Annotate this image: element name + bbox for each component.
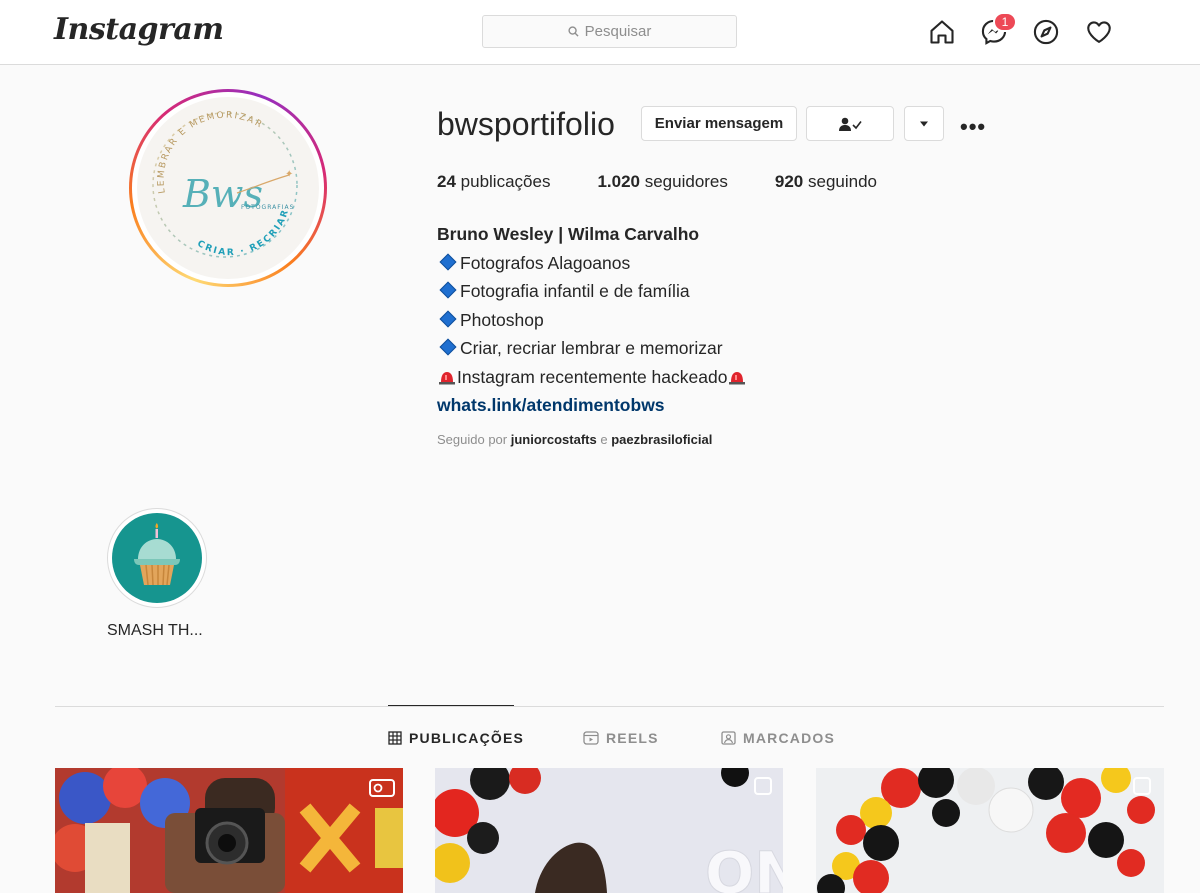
- heart-icon[interactable]: [1085, 18, 1113, 46]
- bws-logo: LEMBRAR E MEMORIZAR CRIAR · RECRIAR · Bw…: [137, 97, 298, 258]
- user-check-icon: [839, 117, 862, 131]
- blue-diamond-icon: [439, 310, 457, 327]
- tab-marcados[interactable]: MARCADOS: [721, 730, 835, 746]
- post-image-balloons-boy: ON: [435, 768, 783, 893]
- more-options-icon[interactable]: •••: [960, 114, 986, 140]
- suggestions-dropdown-button[interactable]: [904, 106, 944, 141]
- story-highlight[interactable]: [107, 508, 207, 608]
- tab-publicacoes[interactable]: PUBLICAÇÕES: [388, 730, 524, 746]
- post-thumbnail[interactable]: [55, 768, 403, 893]
- posts-stat[interactable]: 24 publicações: [437, 172, 550, 192]
- post-thumbnail[interactable]: ON: [435, 768, 783, 893]
- followers-stat[interactable]: 1.020 seguidores: [597, 172, 727, 192]
- profile-full-name: Bruno Wesley | Wilma Carvalho: [437, 224, 700, 244]
- send-message-button[interactable]: Enviar mensagem: [641, 106, 797, 141]
- instagram-logo[interactable]: Instagram: [54, 12, 224, 47]
- post-image-photographer: [55, 768, 403, 893]
- bio-link[interactable]: whats.link/atendimentobws: [437, 391, 747, 420]
- highlight-cover: [112, 513, 202, 603]
- messages-badge: 1: [993, 12, 1017, 32]
- top-navigation: Instagram Pesquisar 1: [0, 0, 1200, 65]
- siren-icon: [729, 371, 746, 384]
- post-image-balloon-arch: [816, 768, 1164, 893]
- explore-icon[interactable]: [1032, 18, 1060, 46]
- svg-text:✦: ✦: [285, 169, 293, 180]
- tab-reels[interactable]: REELS: [583, 730, 659, 746]
- profile-bio: Bruno Wesley | Wilma Carvalho Fotografos…: [437, 220, 747, 420]
- followed-by[interactable]: Seguido por juniorcostafts e paezbrasilo…: [437, 432, 712, 447]
- tabs-divider: [55, 706, 1164, 707]
- search-icon: [568, 26, 579, 37]
- active-tab-indicator: [388, 705, 514, 706]
- reels-icon: [583, 731, 599, 745]
- cupcake-icon: [134, 523, 180, 586]
- bio-line: Photoshop: [437, 306, 747, 335]
- caret-down-icon: [920, 121, 928, 126]
- highlight-label: SMASH TH...: [107, 622, 203, 639]
- tagged-icon: [721, 731, 736, 745]
- avatar-logo-image: LEMBRAR E MEMORIZAR CRIAR · RECRIAR · Bw…: [137, 97, 319, 279]
- siren-icon: [439, 371, 455, 384]
- bio-line: Fotografia infantil e de família: [437, 277, 747, 306]
- profile-avatar[interactable]: LEMBRAR E MEMORIZAR CRIAR · RECRIAR · Bw…: [129, 89, 327, 287]
- grid-icon: [388, 731, 402, 745]
- svg-text:ON: ON: [705, 839, 783, 893]
- blue-diamond-icon: [439, 338, 457, 356]
- blue-diamond-icon: [439, 253, 457, 270]
- search-input[interactable]: Pesquisar: [482, 15, 737, 48]
- home-icon[interactable]: [928, 18, 956, 46]
- following-stat[interactable]: 920 seguindo: [775, 172, 877, 192]
- search-placeholder: Pesquisar: [584, 23, 652, 40]
- bio-line: Criar, recriar lembrar e memorizar: [437, 334, 747, 363]
- bio-line: Fotografos Alagoanos: [437, 249, 747, 278]
- blue-diamond-icon: [439, 281, 457, 299]
- post-thumbnail[interactable]: [816, 768, 1164, 893]
- bio-line: Instagram recentemente hackeado: [437, 363, 747, 392]
- profile-username: bwsportifolio: [437, 106, 615, 142]
- profile-stats: 24 publicações 1.020 seguidores 920 segu…: [437, 172, 924, 192]
- following-button[interactable]: [806, 106, 894, 141]
- svg-text:FOTOGRAFIAS: FOTOGRAFIAS: [241, 204, 294, 211]
